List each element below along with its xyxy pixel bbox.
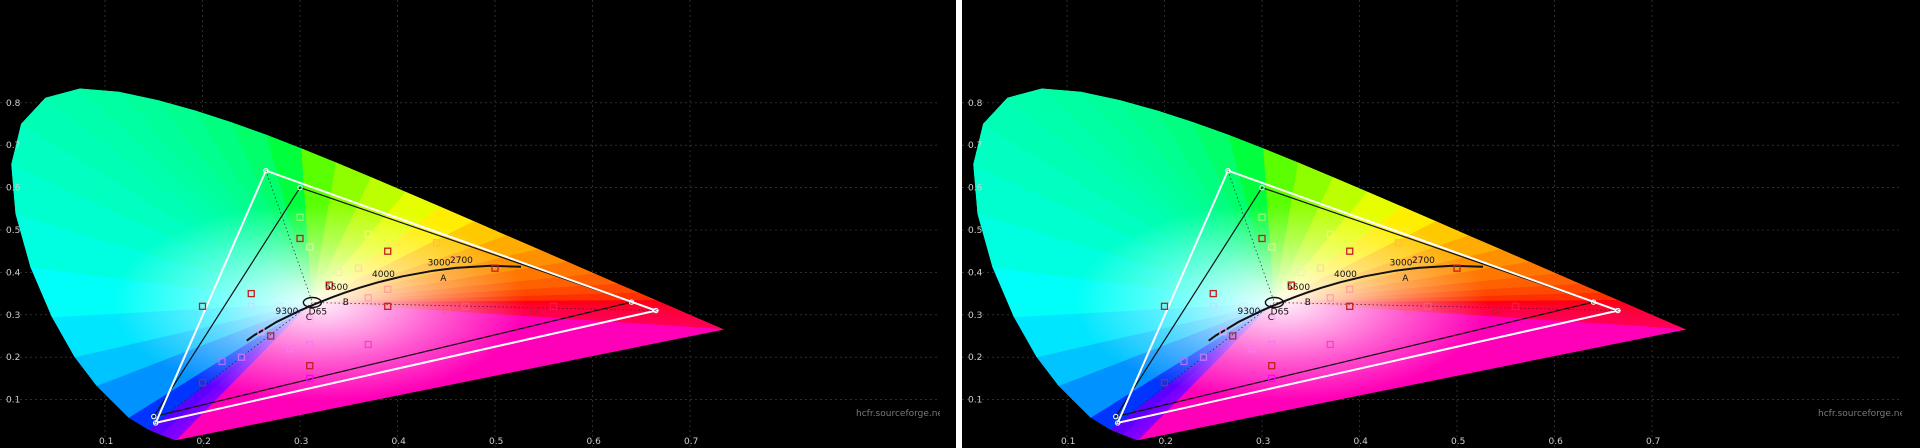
illuminant-label: A xyxy=(1402,274,1409,284)
x-tick-label: 0.5 xyxy=(1451,437,1465,447)
illuminant-label: D65 xyxy=(1271,308,1289,318)
x-tick-label: 0.2 xyxy=(1159,437,1173,447)
illuminant-label: D65 xyxy=(309,308,327,318)
x-tick-label: 0.1 xyxy=(1061,437,1075,447)
spectral-locus xyxy=(973,88,1686,440)
y-tick-label: 0.3 xyxy=(6,311,20,321)
illuminant-label: B xyxy=(1305,298,1311,308)
y-tick-label: 0.3 xyxy=(968,311,982,321)
y-tick-label: 0.5 xyxy=(968,226,982,236)
x-tick-label: 0.7 xyxy=(684,437,698,447)
chromaticity-svg: 27003000400055009300ABCD650.1 0.2 0.3 0.4 0.… xyxy=(0,0,940,448)
x-tick-label: 0.4 xyxy=(1354,437,1369,447)
cct-label: 5500 xyxy=(325,283,348,293)
x-tick-label: 0.2 xyxy=(197,437,211,447)
cct-label: 3000 xyxy=(1390,259,1413,269)
y-tick-label: 0.1 xyxy=(6,396,20,406)
x-tick-label: 0.3 xyxy=(1256,437,1270,447)
cct-label: 5500 xyxy=(1287,283,1310,293)
y-tick-label: 0.8 xyxy=(968,99,983,109)
spectral-locus xyxy=(11,88,724,440)
x-tick-label: 0.5 xyxy=(489,437,503,447)
x-tick-label: 0.1 xyxy=(99,437,113,447)
x-tick-label: 0.4 xyxy=(392,437,407,447)
y-tick-label: 0.1 xyxy=(968,396,982,406)
y-tick-label: 0.4 xyxy=(6,268,21,278)
x-tick-label: 0.6 xyxy=(587,437,602,447)
y-tick-label: 0.2 xyxy=(968,353,982,363)
chromaticity-svg: 27003000400055009300ABCD650.1 0.2 0.3 0.4 0.… xyxy=(962,0,1902,448)
cie-diagram-left: 2700 3000 4000 5500 9300 A B C D65 0.1 0.2 0.3 0.4 0.… xyxy=(0,0,956,448)
cct-label: 3000 xyxy=(428,259,451,269)
y-tick-label: 0.8 xyxy=(6,99,21,109)
watermark-text: hcfr.sourceforge.net xyxy=(856,409,940,419)
cct-label: 4000 xyxy=(1334,270,1357,280)
illuminant-label: B xyxy=(343,298,349,308)
cct-label: 2700 xyxy=(450,256,473,266)
cct-label: 2700 xyxy=(1412,256,1435,266)
y-tick-label: 0.5 xyxy=(6,226,20,236)
watermark-text: hcfr.sourceforge.net xyxy=(1818,409,1902,419)
x-tick-label: 0.6 xyxy=(1549,437,1564,447)
cct-label: 9300 xyxy=(275,307,298,317)
y-tick-label: 0.7 xyxy=(968,141,982,151)
x-tick-label: 0.3 xyxy=(294,437,308,447)
x-tick-label: 0.7 xyxy=(1646,437,1660,447)
cct-label: 4000 xyxy=(372,270,395,280)
cie-diagram-right: 2700 3000 4000 5500 9300 A B C D65 0.1 0.2 0.3 0.4 0.… xyxy=(962,0,1920,448)
y-tick-label: 0.6 xyxy=(968,184,983,194)
y-tick-label: 0.7 xyxy=(6,141,20,151)
cct-label: 9300 xyxy=(1237,307,1260,317)
illuminant-label: A xyxy=(440,274,447,284)
y-tick-label: 0.2 xyxy=(6,353,20,363)
y-tick-label: 0.4 xyxy=(968,268,983,278)
y-tick-label: 0.6 xyxy=(6,184,21,194)
